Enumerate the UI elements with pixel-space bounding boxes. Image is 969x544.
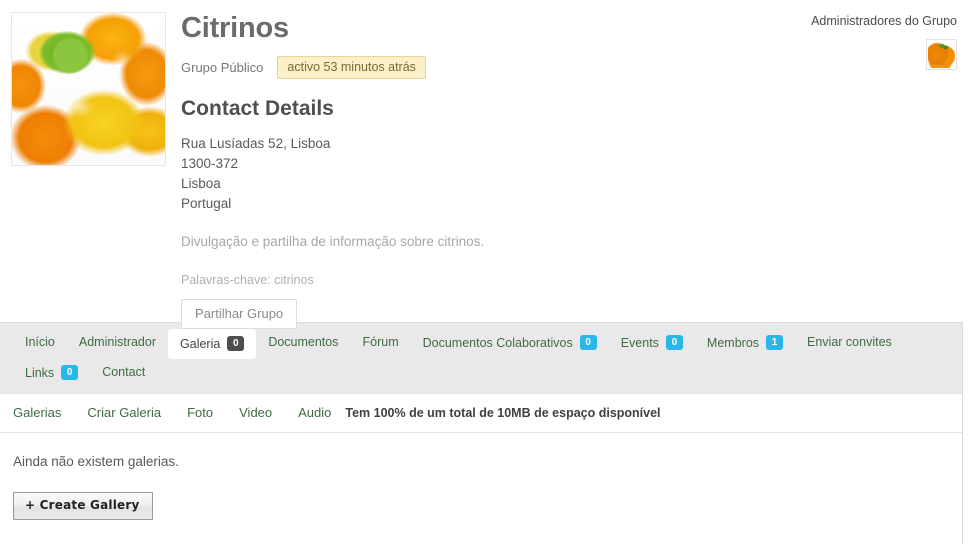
citrus-fruits-photo-icon	[12, 13, 165, 165]
tab-count-badge: 0	[61, 365, 79, 380]
group-meta-row: Grupo Público activo 53 minutos atrás	[181, 56, 779, 79]
tab-label: Documentos	[268, 335, 339, 349]
group-description: Divulgação e partilha de informação sobr…	[181, 234, 485, 249]
subnav-item-criar-galeria[interactable]: Criar Galeria	[87, 405, 161, 421]
tab-label: Membros	[706, 335, 760, 350]
tab-documentos-colaborativos[interactable]: Documentos Colaborativos 0	[411, 329, 609, 357]
tab-administrador[interactable]: Administrador	[67, 329, 168, 356]
admin-avatar[interactable]	[926, 39, 957, 70]
tab-label: Fórum	[362, 335, 399, 349]
tab-galeria[interactable]: Galeria 0	[168, 329, 257, 359]
tab-count-badge: 0	[665, 335, 683, 350]
tab-count-badge: 1	[766, 335, 784, 350]
gallery-content-area: Ainda não existem galerias. + Create Gal…	[0, 433, 963, 520]
group-tab-list: Início Administrador Galeria 0 Documento…	[13, 329, 963, 387]
storage-quota-note: Tem 100% de um total de 10MB de espaço d…	[345, 406, 661, 420]
tab-enviar-convites[interactable]: Enviar convites	[795, 329, 904, 356]
subnav-item-galerias[interactable]: Galerias	[13, 405, 61, 421]
contact-address: Rua Lusíadas 52, Lisboa 1300-372 Lisboa …	[181, 134, 779, 214]
tab-label: Enviar convites	[807, 335, 892, 349]
group-admins-title: Administradores do Grupo	[811, 14, 957, 28]
tab-label: Links	[25, 365, 55, 380]
group-avatar[interactable]	[11, 12, 166, 166]
subnav-item-foto[interactable]: Foto	[187, 405, 213, 421]
create-gallery-button[interactable]: + Create Gallery	[13, 492, 153, 520]
tab-links[interactable]: Links 0	[13, 359, 90, 387]
tab-contact[interactable]: Contact	[90, 359, 157, 386]
page-root: Administradores do Grupo Citrinos Grupo …	[0, 0, 969, 544]
subnav-item-audio[interactable]: Audio	[298, 405, 331, 421]
tab-label: Documentos Colaborativos	[422, 335, 573, 350]
group-admins-panel: Administradores do Grupo	[767, 13, 957, 70]
group-admins-avatar-list	[767, 39, 957, 70]
tab-count-badge: 0	[579, 335, 597, 350]
address-line: 1300-372	[181, 156, 239, 171]
tab-inicio[interactable]: Início	[13, 329, 67, 356]
tab-label: Events	[620, 335, 659, 350]
oranges-avatar-icon	[928, 41, 955, 68]
group-header: Administradores do Grupo Citrinos Grupo …	[0, 0, 969, 329]
group-tab-bar: Início Administrador Galeria 0 Documento…	[0, 322, 963, 393]
tab-count-badge: 0	[227, 336, 245, 351]
group-activity-badge: activo 53 minutos atrás	[277, 56, 426, 79]
group-keywords: Palavras-chave: citrinos	[181, 273, 314, 287]
contact-details-heading: Contact Details	[181, 97, 334, 120]
group-visibility-label: Grupo Público	[181, 60, 264, 75]
tab-documentos[interactable]: Documentos	[256, 329, 350, 356]
share-group-button[interactable]: Partilhar Grupo	[181, 299, 298, 329]
tab-membros[interactable]: Membros 1	[695, 329, 795, 357]
address-line: Rua Lusíadas 52, Lisboa	[181, 136, 331, 151]
subnav-item-video[interactable]: Video	[239, 405, 272, 421]
tab-label: Galeria	[180, 336, 221, 351]
tab-events[interactable]: Events 0	[609, 329, 695, 357]
gallery-subnav: Galerias Criar Galeria Foto Video Audio …	[0, 393, 963, 433]
page-title: Citrinos	[181, 12, 289, 44]
empty-state-message: Ainda não existem galerias.	[13, 454, 179, 469]
tab-label: Contact	[102, 365, 146, 379]
tab-label: Início	[25, 335, 55, 349]
address-line: Lisboa	[181, 176, 221, 191]
tab-forum[interactable]: Fórum	[351, 329, 411, 356]
tab-label: Administrador	[78, 335, 157, 349]
address-line: Portugal	[181, 196, 232, 211]
